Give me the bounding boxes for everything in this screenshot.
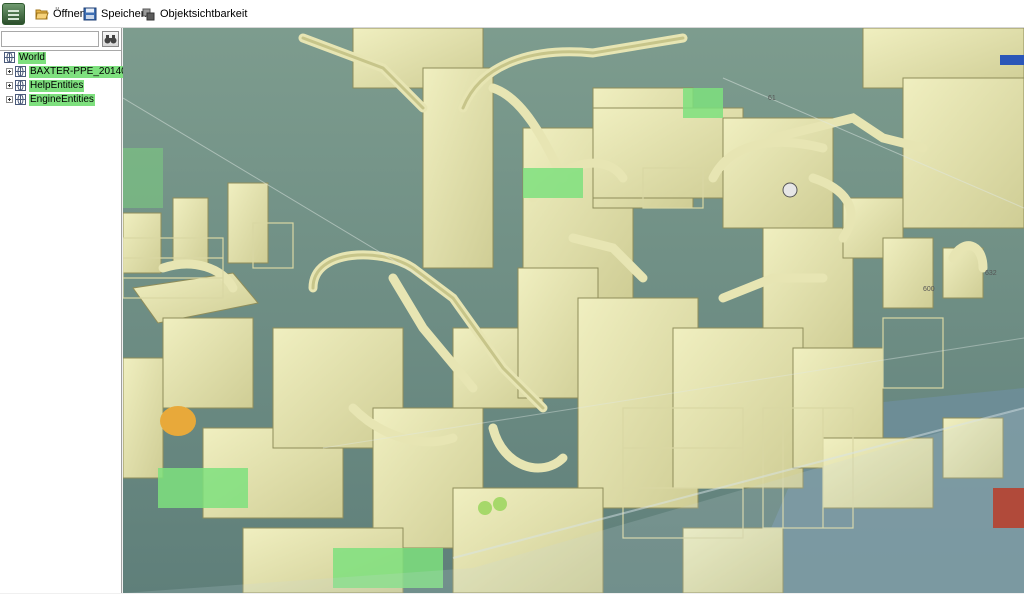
search-input[interactable]: [1, 31, 99, 47]
globe-icon: [15, 66, 26, 77]
3d-viewport[interactable]: 600 632 61: [123, 28, 1024, 593]
folder-open-icon: [35, 7, 49, 21]
model-label: 600: [923, 286, 935, 293]
model-label: 61: [768, 95, 776, 102]
scene-tree-panel: World BAXTER-PPE_2014012 HelpEntities En…: [0, 28, 139, 594]
globe-icon: [4, 52, 15, 63]
toolbar: Öffnen Speichern Objektsichtbarkeit: [0, 0, 1024, 28]
tree-node-world[interactable]: World: [4, 51, 46, 64]
search-button[interactable]: [102, 31, 119, 47]
visibility-icon: [142, 7, 156, 21]
app-menu-button[interactable]: [2, 3, 25, 25]
search-row: [1, 31, 120, 49]
model-label: 632: [985, 270, 997, 277]
plant-model-render: 600 632 61: [123, 28, 1024, 593]
binoculars-icon: [104, 35, 117, 44]
globe-icon: [15, 94, 26, 105]
object-visibility-label: Objektsichtbarkeit: [160, 8, 248, 20]
floppy-disk-icon: [83, 7, 97, 21]
tree-node-engine-entities[interactable]: EngineEntities: [6, 93, 95, 106]
tree-node-baxter[interactable]: BAXTER-PPE_2014012: [6, 65, 139, 78]
expand-icon[interactable]: [6, 82, 13, 89]
object-visibility-button[interactable]: Objektsichtbarkeit: [142, 4, 247, 24]
expand-icon[interactable]: [6, 96, 13, 103]
scene-tree: World BAXTER-PPE_2014012 HelpEntities En…: [0, 50, 139, 594]
open-button[interactable]: Öffnen: [35, 4, 86, 24]
globe-icon: [15, 80, 26, 91]
expand-icon[interactable]: [6, 68, 13, 75]
open-label: Öffnen: [53, 8, 86, 20]
tree-node-help-entities[interactable]: HelpEntities: [6, 79, 85, 92]
save-button[interactable]: Speichern: [83, 4, 151, 24]
tree-node-label: HelpEntities: [29, 79, 85, 92]
tree-node-label: EngineEntities: [29, 93, 95, 106]
tree-node-label: World: [18, 51, 46, 64]
